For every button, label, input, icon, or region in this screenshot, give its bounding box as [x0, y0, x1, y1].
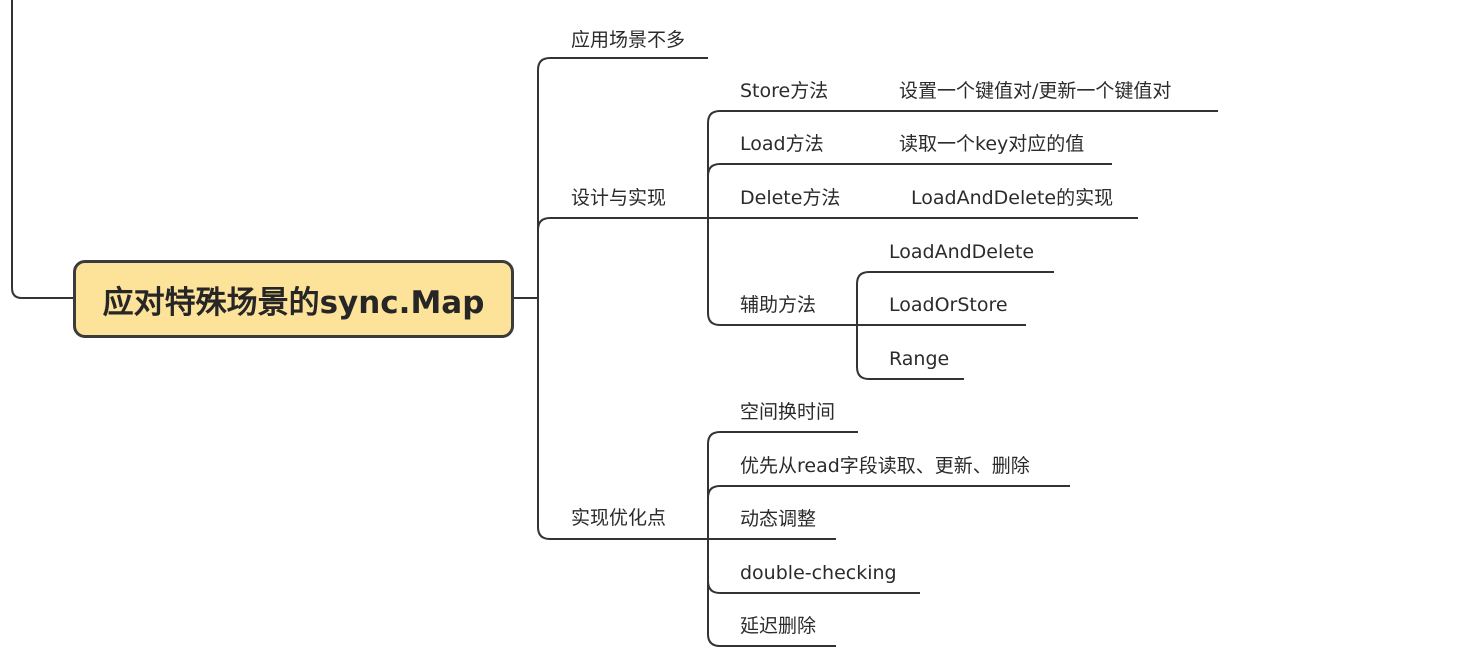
node-opt-read-first[interactable]: 优先从read字段读取、更新、删除	[740, 454, 1030, 478]
branch-connector-optimization	[537, 298, 708, 540]
parent-connector	[11, 0, 73, 299]
node-helper-range[interactable]: Range	[889, 347, 949, 371]
branch-connector-scenario	[537, 57, 708, 298]
node-store[interactable]: Store方法	[740, 79, 828, 103]
node-delete[interactable]: Delete方法	[740, 186, 840, 210]
node-scenario[interactable]: 应用场景不多	[571, 28, 685, 52]
node-helpers[interactable]: 辅助方法	[740, 293, 816, 317]
node-delete-detail[interactable]: LoadAndDelete的实现	[911, 186, 1113, 210]
node-load-detail[interactable]: 读取一个key对应的值	[899, 132, 1084, 156]
node-helper-load-and-delete[interactable]: LoadAndDelete	[889, 240, 1034, 264]
node-load[interactable]: Load方法	[740, 132, 824, 156]
node-opt-dynamic-adjust[interactable]: 动态调整	[740, 507, 816, 531]
node-helper-load-or-store[interactable]: LoadOrStore	[889, 293, 1008, 317]
branch-connector-design	[537, 217, 708, 298]
node-design[interactable]: 设计与实现	[571, 186, 666, 210]
root-node[interactable]: 应对特殊场景的sync.Map	[73, 260, 514, 338]
node-optimization[interactable]: 实现优化点	[571, 506, 666, 530]
node-opt-space-for-time[interactable]: 空间换时间	[740, 400, 835, 424]
node-opt-delayed-delete[interactable]: 延迟删除	[740, 614, 816, 638]
node-opt-double-checking[interactable]: double-checking	[740, 561, 897, 585]
node-store-detail[interactable]: 设置一个键值对/更新一个键值对	[899, 79, 1171, 103]
